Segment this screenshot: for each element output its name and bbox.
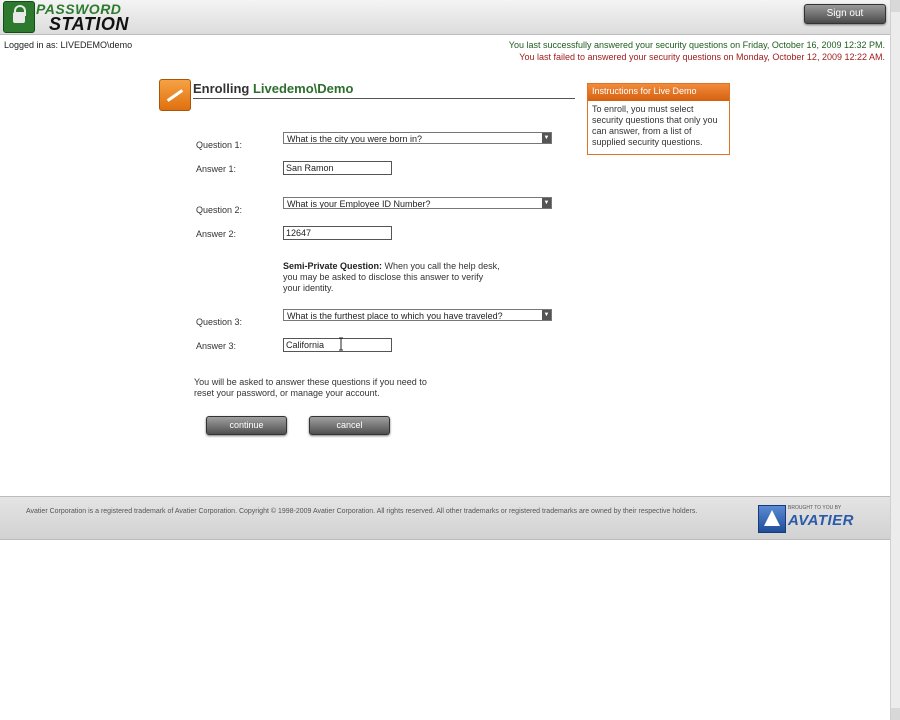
semi-private-note: Semi-Private Question: When you call the… <box>283 261 500 294</box>
title-prefix: Enrolling <box>193 81 250 96</box>
answer-1-label: Answer 1: <box>196 164 237 174</box>
question-2-select[interactable]: What is your Employee ID Number? ▼ <box>283 197 552 209</box>
enroll-pen-icon <box>159 79 191 111</box>
instructions-body: To enroll, you must select security ques… <box>592 104 718 147</box>
title-user-name: Livedemo\Demo <box>252 81 354 96</box>
logo-text-line2: STATION <box>49 14 129 34</box>
footer: Avatier Corporation is a registered trad… <box>0 496 890 540</box>
copyright-text: Avatier Corporation is a registered trad… <box>26 508 698 515</box>
brand-name: AVATIER <box>788 512 854 529</box>
avatier-a-icon <box>758 505 786 533</box>
question-3-value: What is the furthest place to which you … <box>287 311 503 321</box>
question-1-select[interactable]: What is the city you were born in? ▼ <box>283 132 552 144</box>
text-cursor-icon <box>339 337 343 351</box>
reset-note-line-2: reset your password, or manage your acco… <box>194 388 380 398</box>
scroll-down-arrow[interactable] <box>891 708 900 720</box>
last-failed-text: You last failed to answered your securit… <box>519 52 885 62</box>
scroll-up-arrow[interactable] <box>891 0 900 12</box>
page-title: Enrolling Livedemo\Demo <box>193 81 353 96</box>
semi-private-heading: Semi-Private Question: <box>283 261 383 271</box>
sign-out-button[interactable]: Sign out <box>804 4 886 24</box>
answer-3-input[interactable]: California <box>283 338 392 352</box>
password-station-logo[interactable]: PASSWORD STATION <box>3 1 128 34</box>
title-divider <box>193 98 575 99</box>
instructions-panel: Instructions for Live Demo To enroll, yo… <box>587 83 730 155</box>
vertical-scrollbar[interactable] <box>890 0 900 720</box>
reset-note: You will be asked to answer these questi… <box>194 377 427 399</box>
answer-1-input[interactable]: San Ramon <box>283 161 392 175</box>
question-2-label: Question 2: <box>196 205 243 215</box>
instructions-heading: Instructions for Live Demo <box>588 84 729 101</box>
reset-note-line-1: You will be asked to answer these questi… <box>194 377 427 387</box>
header-bar: PASSWORD STATION Sign out <box>0 0 890 35</box>
brand-tagline: BROUGHT TO YOU BY <box>788 505 842 511</box>
chevron-down-icon[interactable]: ▼ <box>542 310 551 320</box>
lock-icon <box>3 1 35 33</box>
question-1-value: What is the city you were born in? <box>287 134 423 144</box>
answer-2-label: Answer 2: <box>196 229 237 239</box>
cancel-button[interactable]: cancel <box>309 416 390 435</box>
answer-3-label: Answer 3: <box>196 341 237 351</box>
semi-private-text-3: your identity. <box>283 283 334 293</box>
question-3-label: Question 3: <box>196 317 243 327</box>
avatier-logo[interactable]: BROUGHT TO YOU BY AVATIER <box>758 505 858 533</box>
question-2-value: What is your Employee ID Number? <box>287 199 431 209</box>
continue-button[interactable]: continue <box>206 416 287 435</box>
semi-private-text-2: you may be asked to disclose this answer… <box>283 272 484 282</box>
answer-2-input[interactable]: 12647 <box>283 226 392 240</box>
question-3-select[interactable]: What is the furthest place to which you … <box>283 309 552 321</box>
chevron-down-icon[interactable]: ▼ <box>542 198 551 208</box>
semi-private-text-1: When you call the help desk, <box>382 261 500 271</box>
chevron-down-icon[interactable]: ▼ <box>542 133 551 143</box>
question-1-label: Question 1: <box>196 140 243 150</box>
last-success-text: You last successfully answered your secu… <box>508 40 885 50</box>
logged-in-text: Logged in as: LIVEDEMO\demo <box>4 40 133 50</box>
